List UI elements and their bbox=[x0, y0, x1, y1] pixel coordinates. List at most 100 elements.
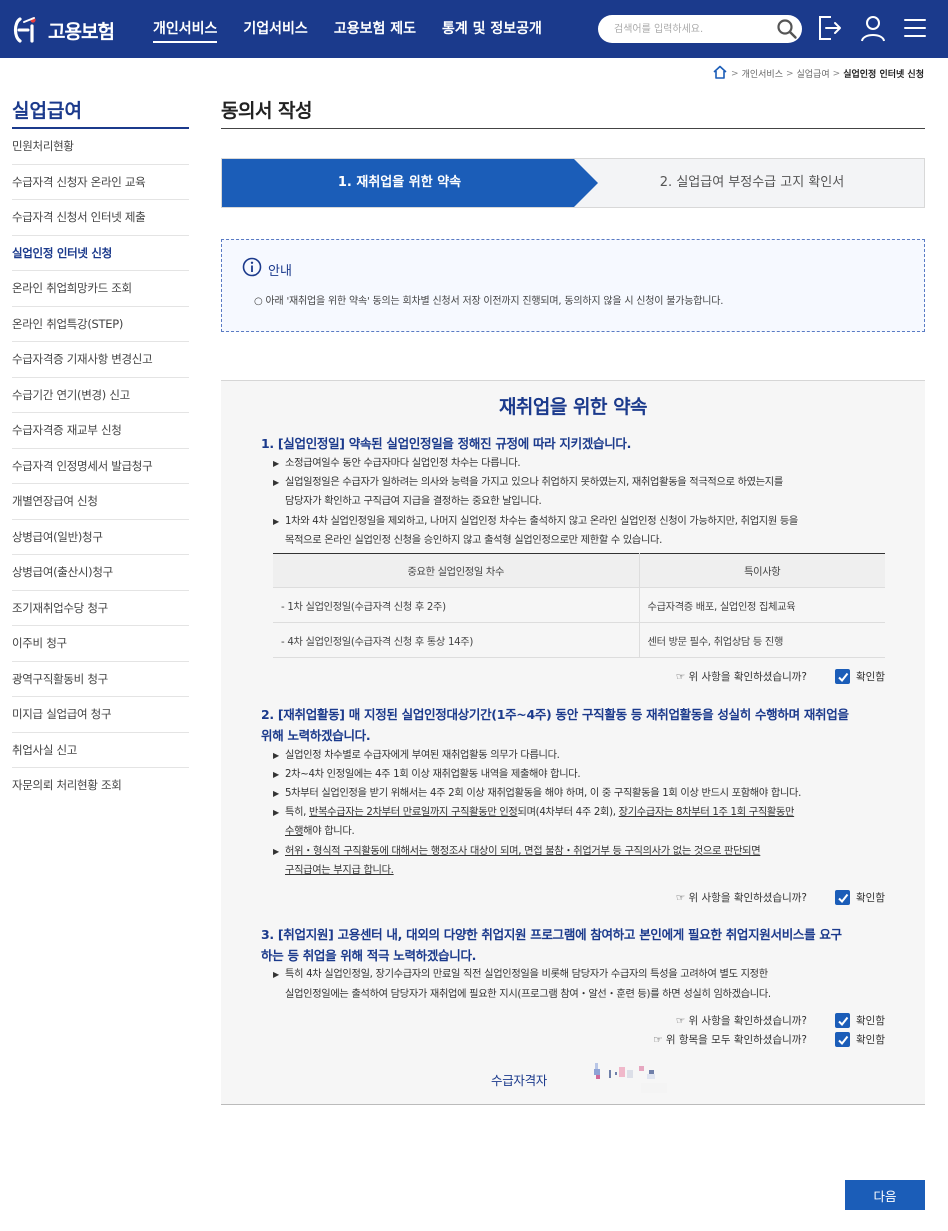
sidebar-item[interactable]: 수급자격증 기재사항 변경신고 bbox=[12, 342, 189, 378]
breadcrumb-separator: > bbox=[785, 68, 794, 79]
step-1-active: 1. 재취업을 위한 약속 bbox=[337, 175, 462, 190]
top-header: 고용보험 개인서비스 기업서비스 고용보험 제도 통계 및 정보공개 bbox=[0, 0, 948, 58]
table-cell: 수급자격증 배포, 실업인정 집체교육 bbox=[639, 587, 885, 623]
breadcrumb-item-personal[interactable]: 개인서비스 bbox=[742, 67, 783, 80]
sidebar-item[interactable]: 상병급여(출산시)청구 bbox=[12, 555, 189, 591]
bullet-item-continued: 구직급여는 부지급 합니다. bbox=[285, 865, 394, 876]
bullet-item: ▶ 실업인정 차수별로 수급자에게 부여된 재취업활동 의무가 다릅니다. bbox=[273, 750, 560, 761]
bullet-item: ▶ 2차~4차 인정일에는 4주 1회 이상 재취업활동 내역을 제출해야 합니다… bbox=[273, 769, 581, 780]
confirm-checkbox-1[interactable] bbox=[835, 669, 851, 684]
menu-icon[interactable] bbox=[903, 14, 927, 46]
bullet-item: ▶ 특히, 반복수급자는 2차부터 만료일까지 구직활동만 인정되며(4차부터 4… bbox=[273, 807, 795, 818]
sidebar-item[interactable]: 수급기간 연기(변경) 신고 bbox=[12, 378, 189, 413]
step-2: 2. 실업급여 부정수급 고지 확인서 bbox=[659, 175, 845, 190]
title-divider bbox=[221, 128, 925, 129]
confirm-checkbox-2[interactable] bbox=[835, 890, 851, 905]
sidebar-item[interactable]: 자문의뢰 처리현황 조회 bbox=[12, 768, 189, 804]
sidebar-item[interactable]: 수급자격 신청자 온라인 교육 bbox=[12, 165, 189, 200]
confirm-question: ☞ 위 사항을 확인하셨습니까? bbox=[675, 671, 808, 683]
confirm-row-1: ☞ 위 사항을 확인하셨습니까? 확인함 bbox=[676, 669, 885, 684]
page-title: 동의서 작성 bbox=[221, 100, 313, 122]
bullet-item: ▶ 특히 4차 실업인정일, 장기수급자의 만료일 직전 실업인정일을 비롯해 담… bbox=[273, 969, 768, 980]
table-header: 특이사항 bbox=[639, 553, 885, 588]
sidebar-item[interactable]: 미지급 실업급여 청구 bbox=[12, 697, 189, 733]
agreement-panel: 재취업을 위한 약속 1. [실업인정일] 약속된 실업인정일을 정해진 규정에… bbox=[221, 380, 925, 1105]
bullet-item: ▶ 1차와 4차 실업인정일을 제외하고, 나머지 실업인정 차수는 출석하지 않… bbox=[273, 516, 798, 527]
sidebar-item[interactable]: 조기재취업수당 청구 bbox=[12, 591, 189, 626]
sidebar-item[interactable]: 취업사실 신고 bbox=[12, 733, 189, 768]
logo-text: 고용보험 bbox=[48, 20, 115, 43]
user-icon[interactable] bbox=[860, 14, 886, 46]
breadcrumb: > 개인서비스 > 실업급여 > 실업인정 인터넷 신청 bbox=[712, 65, 924, 82]
confirm-row-2: ☞ 위 사항을 확인하셨습니까? 확인함 bbox=[676, 890, 885, 905]
table-header: 중요한 실업인정일 차수 bbox=[273, 553, 640, 588]
sidebar-item[interactable]: 개별연장급여 신청 bbox=[12, 484, 189, 520]
confirm-label[interactable]: 확인함 bbox=[856, 890, 885, 905]
sidebar-item[interactable]: 수급자격증 재교부 신청 bbox=[12, 413, 189, 449]
breadcrumb-current: 실업인정 인터넷 신청 bbox=[843, 70, 924, 80]
important-dates-table: 중요한 실업인정일 차수 특이사항 - 1차 실업인정일(수급자격 신청 후 2… bbox=[273, 553, 885, 658]
nav-statistics[interactable]: 통계 및 정보공개 bbox=[442, 0, 542, 58]
sidebar-item[interactable]: 온라인 취업희망카드 조회 bbox=[12, 271, 189, 307]
sidebar-item[interactable]: 수급자격 신청서 인터넷 제출 bbox=[12, 200, 189, 236]
search-icon[interactable] bbox=[776, 18, 798, 44]
table-row: - 4차 실업인정일(수급자격 신청 후 통상 14주) 센터 방문 필수, 취… bbox=[273, 622, 885, 658]
sidebar-item[interactable]: 상병급여(일반)청구 bbox=[12, 520, 189, 555]
sidebar-item[interactable]: 민원처리현황 bbox=[12, 129, 189, 165]
logo-mark-icon bbox=[13, 17, 36, 43]
nav-insurance-system[interactable]: 고용보험 제도 bbox=[334, 0, 416, 58]
checkmark-icon bbox=[837, 893, 848, 903]
nav-personal-service[interactable]: 개인서비스 bbox=[153, 0, 218, 58]
notice-text: ○ 아래 '재취업을 위한 약속' 동의는 회차별 신청서 저장 이전까지 진행… bbox=[254, 296, 724, 307]
confirm-checkbox-3[interactable] bbox=[835, 1013, 851, 1028]
info-icon bbox=[242, 257, 262, 281]
nav-business-service[interactable]: 기업서비스 bbox=[243, 0, 307, 58]
agreement-title: 재취업을 위한 약속 bbox=[498, 396, 648, 418]
sidebar-item[interactable]: 광역구직활동비 청구 bbox=[12, 662, 189, 697]
bullet-item-continued: 목적으로 온라인 실업인정 신청을 승인하지 않고 출석형 실업인정으로만 제한… bbox=[285, 535, 663, 546]
bullet-item: ▶ 실업일정일은 수급자가 일하려는 의사와 능력을 가지고 있으나 취업하지 못… bbox=[273, 477, 783, 488]
logout-icon[interactable] bbox=[817, 14, 843, 46]
search-input[interactable] bbox=[614, 19, 764, 39]
table-cell: 센터 방문 필수, 취업상담 등 진행 bbox=[639, 622, 885, 658]
table-row: - 1차 실업인정일(수급자격 신청 후 2주) 수급자격증 배포, 실업인정 … bbox=[273, 587, 885, 623]
section-1-heading: 1. [실업인정일] 약속된 실업인정일을 정해진 규정에 따라 지키겠습니다. bbox=[261, 436, 632, 451]
confirm-all-checkbox[interactable] bbox=[835, 1032, 851, 1047]
confirm-all-question: ☞ 위 항목을 모두 확인하셨습니까? bbox=[653, 1034, 808, 1046]
confirm-question: ☞ 위 사항을 확인하셨습니까? bbox=[675, 1015, 808, 1027]
notice-box: 안내 ○ 아래 '재취업을 위한 약속' 동의는 회차별 신청서 저장 이전까지… bbox=[221, 239, 925, 332]
notice-title: 안내 bbox=[268, 263, 292, 279]
sidebar-item[interactable]: 수급자격 인정명세서 발급청구 bbox=[12, 449, 189, 484]
table-cell: - 4차 실업인정일(수급자격 신청 후 통상 14주) bbox=[273, 622, 640, 658]
breadcrumb-item-unemployment[interactable]: 실업급여 bbox=[797, 67, 830, 80]
bullet-item-continued: 실업인정일에는 출석하여 담당자가 재취업에 필요한 지시(프로그램 참여・알선… bbox=[285, 989, 771, 1000]
sidebar-item[interactable]: 온라인 취업특강(STEP) bbox=[12, 307, 189, 342]
next-button[interactable]: 다음 bbox=[845, 1180, 925, 1210]
search-box bbox=[598, 15, 802, 43]
confirm-all-row: ☞ 위 항목을 모두 확인하셨습니까? 확인함 bbox=[653, 1032, 885, 1047]
sidebar-title: 실업급여 bbox=[12, 100, 82, 122]
logo[interactable]: 고용보험 bbox=[12, 15, 115, 45]
breadcrumb-separator: > bbox=[832, 68, 841, 79]
bullet-item-continued: 수행해야 합니다. bbox=[285, 826, 355, 837]
section-2-heading: 2. [재취업활동] 매 지정된 실업인정대상기간(1주~4주) 동안 구직활동… bbox=[261, 707, 849, 743]
confirm-label[interactable]: 확인함 bbox=[856, 1013, 885, 1028]
sidebar-item-active[interactable]: 실업인정 인터넷 신청 bbox=[12, 236, 189, 271]
section-3-heading: 3. [취업지원] 고용센터 내, 대외의 다양한 취업지원 프로그램에 참여하… bbox=[261, 927, 842, 963]
home-icon[interactable] bbox=[712, 65, 728, 82]
confirm-row-3: ☞ 위 사항을 확인하셨습니까? 확인함 bbox=[676, 1013, 885, 1028]
table-cell: - 1차 실업인정일(수급자격 신청 후 2주) bbox=[273, 587, 640, 623]
signer-label: 수급자격자 bbox=[491, 1073, 548, 1088]
checkmark-icon bbox=[837, 1016, 848, 1026]
checkmark-icon bbox=[837, 1035, 848, 1045]
bullet-item-continued: 담당자가 확인하고 구직급여 지급을 결정하는 중요한 날입니다. bbox=[285, 496, 542, 507]
bullet-item: ▶ 5차부터 실업인정을 받기 위해서는 4주 2회 이상 재취업활동을 해야 하… bbox=[273, 788, 802, 799]
sidebar-item[interactable]: 이주비 청구 bbox=[12, 626, 189, 662]
signer-name-masked bbox=[591, 1061, 701, 1097]
confirm-label[interactable]: 확인함 bbox=[856, 669, 885, 684]
breadcrumb-separator: > bbox=[731, 68, 739, 79]
main-nav: 개인서비스 기업서비스 고용보험 제도 통계 및 정보공개 bbox=[153, 0, 568, 58]
confirm-label[interactable]: 확인함 bbox=[856, 1032, 885, 1047]
confirm-question: ☞ 위 사항을 확인하셨습니까? bbox=[675, 892, 808, 904]
checkmark-icon bbox=[837, 672, 848, 682]
